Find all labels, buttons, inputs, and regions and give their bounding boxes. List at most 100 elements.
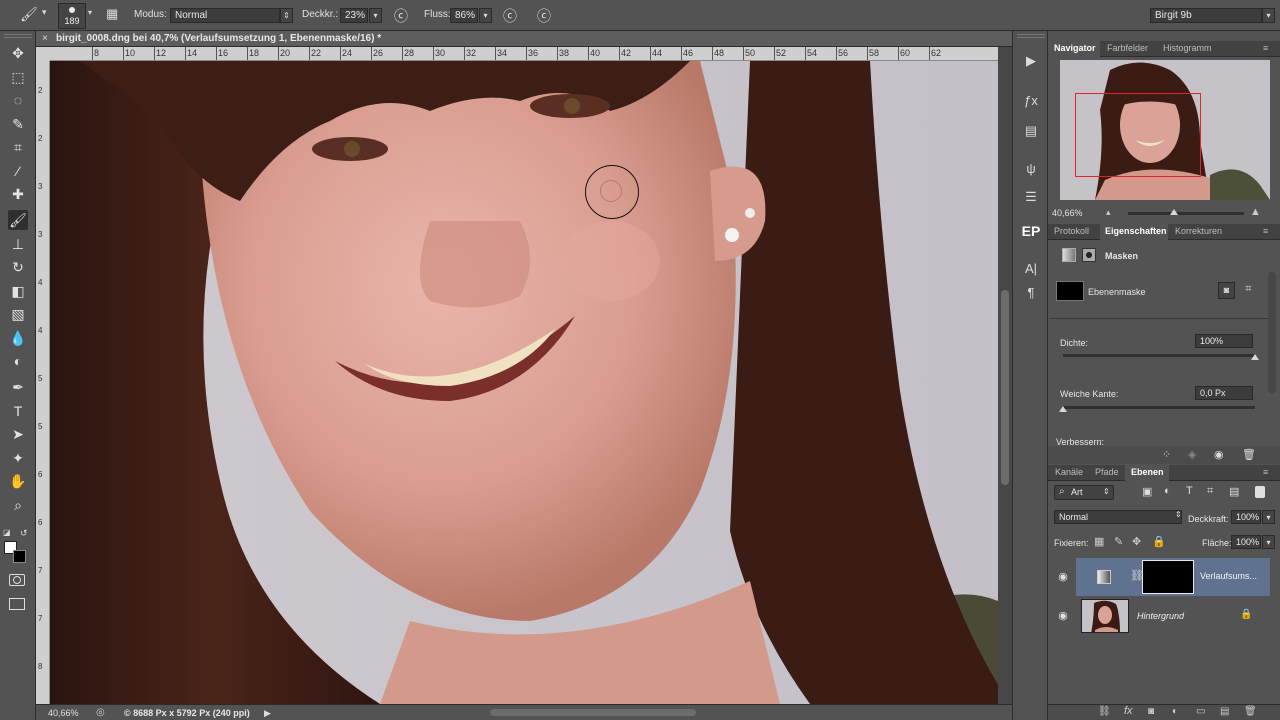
layer-name[interactable]: Hintergrund [1137, 611, 1184, 621]
crop-icon[interactable]: ⌗ [8, 137, 28, 157]
link-layers-icon[interactable]: ⛓ [1098, 706, 1111, 717]
navigator-zoom-knob[interactable] [1170, 209, 1178, 215]
vertical-ruler[interactable]: 2 2 3 3 4 4 5 5 6 6 7 7 8 [36, 61, 50, 704]
horizontal-scroll-thumb[interactable] [490, 709, 696, 716]
opacity-input[interactable]: 23% [340, 8, 368, 23]
tab-properties[interactable]: Eigenschaften [1105, 226, 1167, 236]
history-brush-icon[interactable]: ↻ [8, 257, 28, 277]
zoom-icon[interactable]: ⌕ [8, 495, 28, 515]
character-icon[interactable]: A| [1021, 259, 1041, 279]
layer-mask-thumbnail[interactable] [1056, 281, 1084, 301]
image-canvas[interactable] [50, 61, 998, 704]
tab-channels[interactable]: Kanäle [1055, 467, 1083, 477]
vector-mask-icon[interactable]: ⌗ [1240, 282, 1257, 299]
mode-select[interactable]: Normal [170, 8, 280, 23]
layer-mask-thumbnail[interactable] [1142, 560, 1194, 594]
eye-icon[interactable]: ◉ [1056, 570, 1070, 584]
fx-icon[interactable]: ƒx [1021, 91, 1041, 111]
document-tab[interactable]: × birgit_0008.dng bei 40,7% (Verlaufsums… [36, 31, 1012, 47]
feather-slider[interactable] [1063, 406, 1255, 409]
type-icon[interactable]: T [8, 401, 28, 421]
lock-all-icon[interactable]: 🔒 [1152, 535, 1166, 548]
tab-navigator[interactable]: Navigator [1054, 43, 1096, 53]
flow-dropdown-arrow[interactable]: ▾ [479, 8, 492, 23]
lock-transparency-icon[interactable]: ▦ [1094, 535, 1104, 548]
lock-pixels-icon[interactable]: ✎ [1114, 535, 1123, 548]
pressure-size-icon[interactable]: ⓒ [537, 6, 551, 26]
gradient-map-icon[interactable] [1097, 570, 1111, 584]
flow-input[interactable]: 86% [450, 8, 478, 23]
add-mask-icon[interactable]: ◙ [1148, 706, 1154, 717]
fill-input[interactable]: 100% [1231, 535, 1261, 549]
sliders-icon[interactable]: ☰ [1021, 187, 1041, 207]
opacity-dropdown-arrow[interactable]: ▾ [369, 8, 382, 23]
ruler-origin[interactable] [36, 47, 50, 61]
new-adjustment-icon[interactable]: ◐ [1172, 706, 1178, 717]
zoom-in-icon[interactable]: ▲ [1250, 206, 1261, 218]
status-menu-arrow-icon[interactable]: ▶ [264, 708, 271, 719]
tab-history[interactable]: Protokoll [1054, 226, 1089, 236]
background-color-swatch[interactable] [13, 550, 26, 563]
blur-icon[interactable]: 💧 [8, 328, 28, 348]
quick-mask-icon[interactable] [9, 574, 25, 586]
mode-dropdown-arrow[interactable]: ⇕ [280, 8, 293, 23]
delete-layer-icon[interactable]: 🗑 [1244, 706, 1257, 717]
filter-smart-object-icon[interactable]: ▤ [1229, 485, 1239, 498]
brush-preset-icon[interactable]: ψ [1021, 159, 1041, 179]
navigator-view-box[interactable] [1075, 93, 1201, 177]
apply-mask-icon[interactable]: ◈ [1188, 448, 1196, 461]
stamp-icon[interactable]: ⊥ [8, 234, 28, 254]
quick-select-icon[interactable]: ✎ [8, 114, 28, 134]
airbrush-icon[interactable]: ⓒ [503, 6, 517, 26]
path-select-icon[interactable]: ➤ [8, 424, 28, 444]
chevron-down-icon[interactable]: ▾ [42, 7, 47, 18]
workspace-select[interactable]: Birgit 9b [1150, 8, 1262, 23]
filter-adjustment-icon[interactable]: ◐ [1164, 485, 1171, 497]
gradient-icon[interactable]: ▧ [8, 304, 28, 324]
filter-shape-icon[interactable]: ⌗ [1207, 485, 1213, 498]
density-slider[interactable] [1063, 354, 1255, 357]
shape-icon[interactable]: ✦ [8, 448, 28, 468]
ep-icon[interactable]: EP [1021, 221, 1041, 241]
eraser-icon[interactable]: ◧ [8, 281, 28, 301]
chevron-down-icon[interactable]: ▾ [88, 8, 92, 17]
chevron-down-icon[interactable]: ⇕ [1175, 510, 1182, 519]
layer-thumbnail[interactable] [1081, 599, 1129, 633]
status-settings-icon[interactable]: ◎ [96, 707, 105, 718]
lock-icon[interactable]: 🔒 [1240, 609, 1252, 620]
tab-adjustments[interactable]: Korrekturen [1175, 226, 1222, 236]
navigator-zoom-value[interactable]: 40,66% [1052, 208, 1083, 218]
close-icon[interactable]: × [42, 33, 48, 44]
healing-icon[interactable]: ✚ [8, 184, 28, 204]
panel-menu-icon[interactable]: ≡ [1263, 226, 1268, 236]
eyedropper-icon[interactable]: ⁄ [8, 161, 28, 181]
density-input[interactable]: 100% [1195, 334, 1253, 348]
layer-row-adjustment[interactable]: ◉ ⛓ Verlaufsums... [1048, 558, 1270, 596]
layer-opacity-dropdown[interactable]: ▾ [1262, 510, 1275, 524]
play-icon[interactable]: ▶ [1021, 51, 1041, 71]
hand-icon[interactable]: ✋ [8, 471, 28, 491]
pressure-opacity-icon[interactable]: ⓒ [394, 6, 408, 26]
horizontal-ruler[interactable]: 8 10 12 14 16 18 20 22 24 26 28 30 32 34 36 38 40 42 44 46 4… [50, 47, 998, 61]
tab-layers[interactable]: Ebenen [1131, 467, 1164, 477]
new-layer-icon[interactable]: ▤ [1220, 706, 1229, 717]
tab-histogram[interactable]: Histogramm [1163, 43, 1212, 53]
adjustment-icon[interactable] [1062, 248, 1076, 262]
properties-scrollbar[interactable] [1268, 272, 1276, 394]
density-slider-knob[interactable] [1251, 354, 1259, 360]
zoom-level[interactable]: 40,66% [48, 708, 79, 718]
zoom-out-icon[interactable]: ▴ [1106, 207, 1111, 218]
navigator-zoom-slider[interactable] [1128, 212, 1244, 215]
panel-menu-icon[interactable]: ≡ [1263, 43, 1268, 53]
move-icon[interactable]: ✥ [8, 43, 28, 63]
workspace-dropdown-arrow[interactable]: ▾ [1262, 8, 1275, 23]
eye-icon[interactable]: ◉ [1214, 448, 1224, 461]
filter-type-icon[interactable]: T [1186, 485, 1193, 497]
fx-icon[interactable]: fx [1124, 705, 1133, 717]
brush-icon[interactable]: 🖌 [8, 210, 28, 230]
layer-opacity-input[interactable]: 100% [1231, 510, 1261, 524]
eye-icon[interactable]: ◉ [1056, 609, 1070, 623]
filter-toggle[interactable] [1255, 486, 1265, 498]
paragraph-icon[interactable]: ¶ [1021, 283, 1041, 303]
brush-panel-toggle-icon[interactable]: ▦ [106, 6, 118, 22]
